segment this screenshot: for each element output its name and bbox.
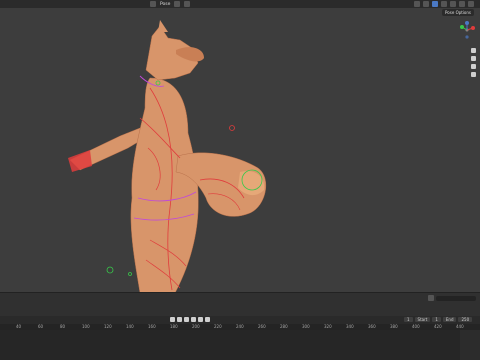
transform-icon[interactable] xyxy=(174,1,181,7)
ruler-tick: 300 xyxy=(302,324,310,329)
play-icon[interactable] xyxy=(191,317,196,322)
viewport-footer xyxy=(0,292,480,317)
jump-start-icon[interactable] xyxy=(170,317,175,322)
3d-viewport[interactable]: Pose Options xyxy=(0,8,480,292)
ruler-tick: 220 xyxy=(214,324,222,329)
end-label: End xyxy=(442,317,457,322)
playback-controls xyxy=(170,317,210,322)
jump-end-icon[interactable] xyxy=(205,317,210,322)
shading-controls xyxy=(414,1,474,7)
frame-range: 1 Start 1 End 250 xyxy=(404,317,473,322)
next-key-icon[interactable] xyxy=(198,317,203,322)
ruler-tick: 400 xyxy=(412,324,420,329)
ruler-tick: 180 xyxy=(170,324,178,329)
material-shading-icon[interactable] xyxy=(459,1,465,7)
ruler-tick: 340 xyxy=(346,324,354,329)
timeline-scrollbar[interactable] xyxy=(460,330,480,360)
mode-selector[interactable]: Pose xyxy=(150,0,191,8)
search-area xyxy=(428,295,476,301)
gizmo-toggle-icon[interactable] xyxy=(414,1,420,7)
rendered-shading-icon[interactable] xyxy=(468,1,474,7)
ruler-tick: 280 xyxy=(280,324,288,329)
overlay-icon[interactable] xyxy=(423,1,429,7)
start-field[interactable]: 1 xyxy=(432,317,441,322)
ruler-tick: 120 xyxy=(104,324,112,329)
search-field[interactable] xyxy=(436,295,476,301)
ruler-tick: 140 xyxy=(126,324,134,329)
ruler-tick: 360 xyxy=(368,324,376,329)
ruler-tick: 60 xyxy=(38,324,44,329)
filter-icon[interactable] xyxy=(428,295,434,301)
timeline-header: 1 Start 1 End 250 xyxy=(0,316,480,324)
ruler-tick: 200 xyxy=(192,324,200,329)
ruler-tick: 260 xyxy=(258,324,266,329)
pose-mode-icon xyxy=(150,1,156,7)
ruler-tick: 440 xyxy=(456,324,464,329)
start-label: Start xyxy=(414,317,431,322)
ruler-tick: 420 xyxy=(434,324,442,329)
ruler-tick: 100 xyxy=(82,324,90,329)
solid-shading-icon[interactable] xyxy=(450,1,456,7)
end-field[interactable]: 250 xyxy=(458,317,473,322)
character-model[interactable] xyxy=(0,8,480,292)
xray-icon[interactable] xyxy=(432,1,438,7)
play-reverse-icon[interactable] xyxy=(184,317,189,322)
mode-label: Pose xyxy=(160,1,171,7)
ruler-tick: 240 xyxy=(236,324,244,329)
pivot-icon[interactable] xyxy=(184,1,191,7)
ruler-tick: 320 xyxy=(324,324,332,329)
ruler-tick: 160 xyxy=(148,324,156,329)
prev-key-icon[interactable] xyxy=(177,317,182,322)
current-frame-field[interactable]: 1 xyxy=(404,317,413,322)
ruler-tick: 40 xyxy=(16,324,22,329)
wireframe-shading-icon[interactable] xyxy=(441,1,447,7)
viewport-header: Pose xyxy=(0,0,480,8)
ruler-tick: 80 xyxy=(60,324,66,329)
timeline-area[interactable] xyxy=(0,330,480,360)
ruler-tick: 380 xyxy=(390,324,398,329)
